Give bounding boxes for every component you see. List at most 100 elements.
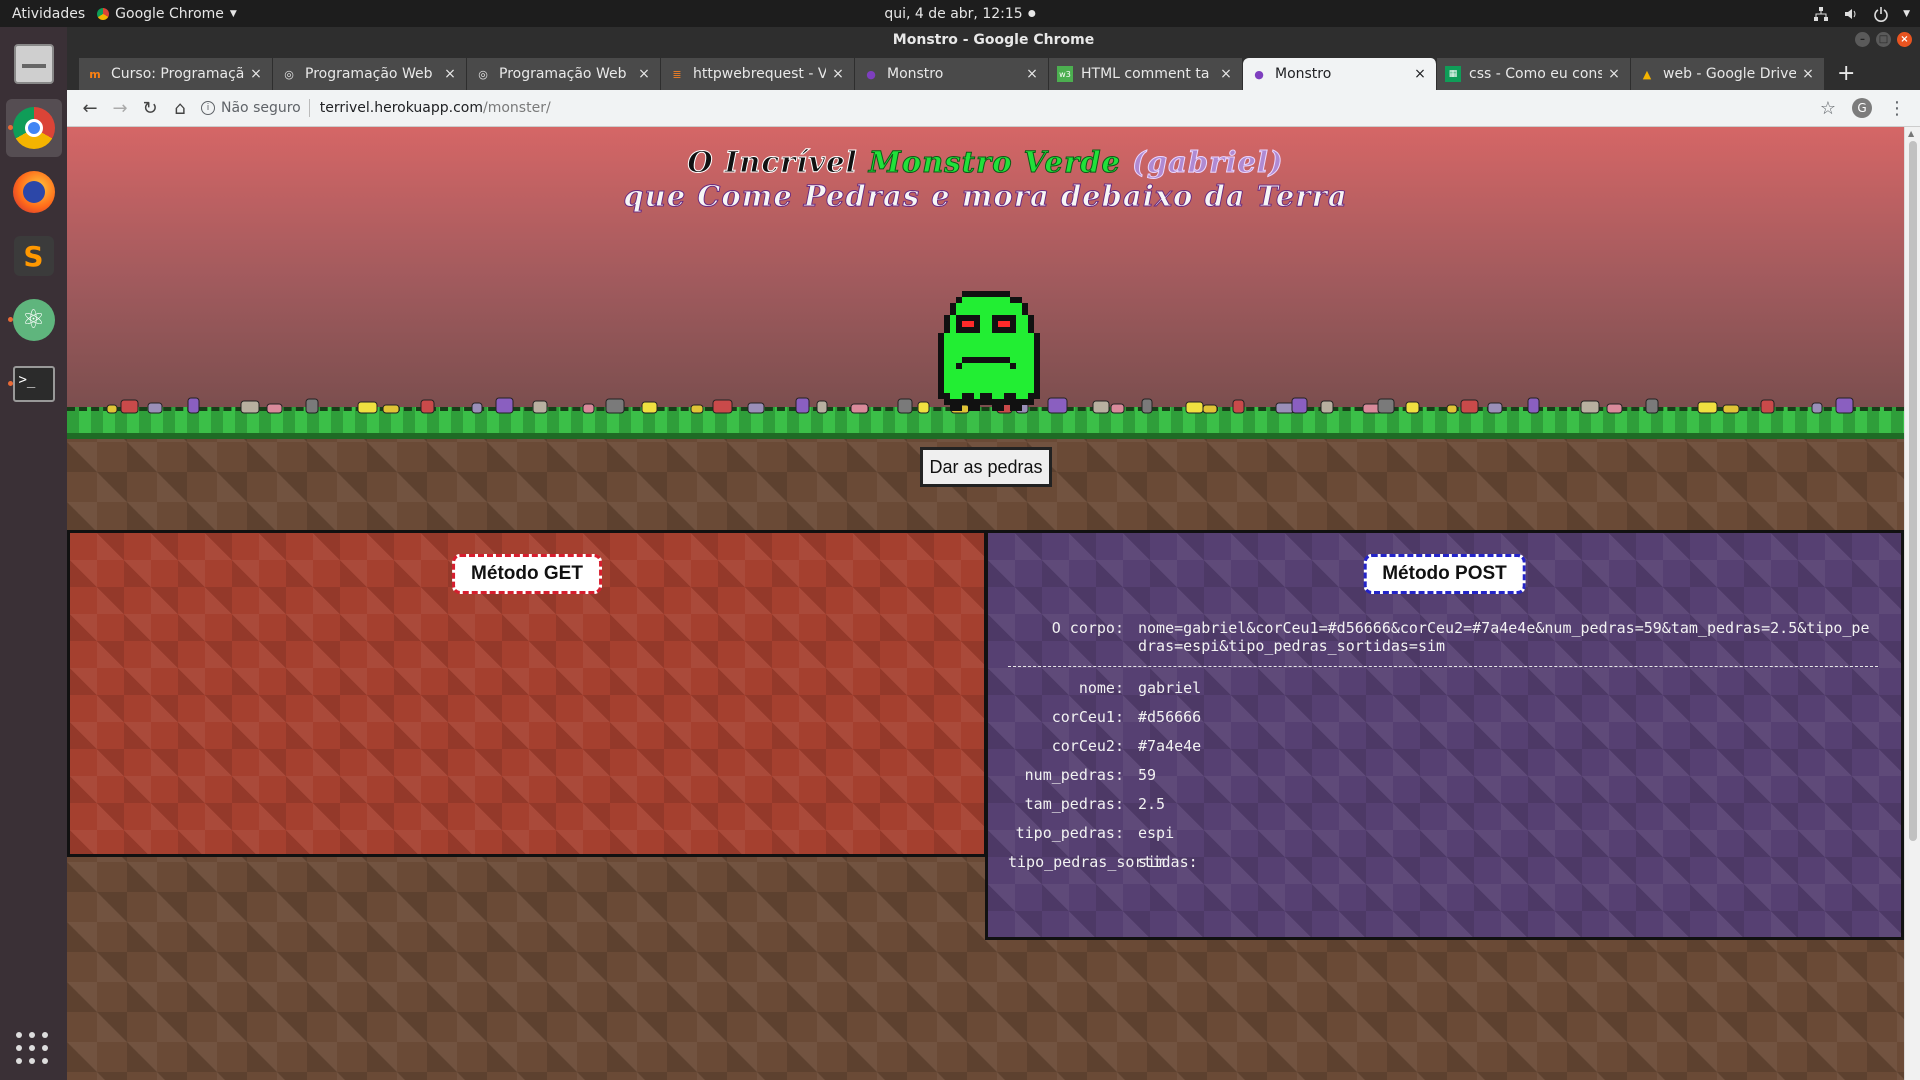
rock bbox=[1460, 399, 1479, 414]
page-scrollbar[interactable]: ▲ bbox=[1904, 127, 1920, 1080]
tab[interactable]: ◎ Programação Web × bbox=[273, 58, 467, 90]
chevron-down-icon: ▼ bbox=[229, 8, 237, 19]
tab-close-icon[interactable]: × bbox=[442, 66, 458, 82]
rock bbox=[1320, 400, 1334, 414]
chevron-down-icon: ▼ bbox=[1903, 8, 1910, 19]
profile-avatar[interactable]: G bbox=[1852, 98, 1872, 118]
address-bar[interactable]: i Não seguro terrivel.herokuapp.com/mons… bbox=[201, 94, 1820, 122]
tab-close-icon[interactable]: × bbox=[636, 66, 652, 82]
reload-icon[interactable]: ↻ bbox=[135, 94, 165, 122]
tab[interactable]: ≣ httpwebrequest - V × bbox=[661, 58, 855, 90]
scroll-up-icon[interactable]: ▲ bbox=[1908, 129, 1914, 138]
globe-icon: ◎ bbox=[284, 67, 294, 81]
sheets-icon: ▦ bbox=[1445, 66, 1461, 82]
file-cabinet-icon bbox=[13, 44, 54, 84]
tab-close-icon[interactable]: × bbox=[1024, 66, 1040, 82]
tab-close-icon[interactable]: × bbox=[1606, 66, 1622, 82]
title-part-name: (gabriel) bbox=[1132, 145, 1284, 180]
dock-terminal[interactable]: >_ bbox=[6, 355, 62, 413]
field-value: #d56666 bbox=[1138, 708, 1202, 726]
back-arrow-icon[interactable]: ← bbox=[75, 94, 105, 122]
field-value: 59 bbox=[1138, 766, 1157, 784]
field-key: tipo_pedras_sortidas: bbox=[1008, 853, 1198, 871]
dock-chrome[interactable] bbox=[5, 99, 62, 157]
rock bbox=[495, 397, 514, 414]
rock bbox=[1405, 401, 1420, 414]
field-key: nome: bbox=[1078, 679, 1124, 697]
rock bbox=[1835, 397, 1854, 414]
tab-close-icon[interactable]: × bbox=[830, 66, 846, 82]
rock bbox=[1092, 400, 1110, 414]
field-row: corCeu2: #7a4e4e bbox=[1008, 737, 1878, 755]
dock-sublime[interactable]: S bbox=[6, 227, 62, 285]
tab-close-icon[interactable]: × bbox=[248, 66, 264, 82]
app-menu[interactable]: Google Chrome ▼ bbox=[97, 6, 237, 22]
field-key: corCeu1: bbox=[1051, 708, 1124, 726]
window-titlebar[interactable]: Monstro - Google Chrome – □ × bbox=[67, 27, 1920, 53]
browser-window: Monstro - Google Chrome – □ × m Curso: Pr… bbox=[67, 27, 1920, 1080]
rock bbox=[266, 403, 283, 414]
rock bbox=[605, 398, 625, 414]
window-controls: – □ × bbox=[1855, 32, 1912, 47]
rock bbox=[382, 404, 400, 414]
rock bbox=[747, 402, 765, 414]
scrollbar-thumb[interactable] bbox=[1909, 141, 1917, 841]
chrome-small-icon bbox=[97, 7, 110, 20]
monster-icon: ● bbox=[1254, 67, 1264, 81]
drive-icon: ▲ bbox=[1642, 67, 1652, 81]
field-row: num_pedras: 59 bbox=[1008, 766, 1878, 784]
grass-shadow bbox=[67, 433, 1904, 439]
maximize-icon[interactable]: □ bbox=[1876, 32, 1891, 47]
chrome-icon bbox=[12, 107, 55, 149]
field-key: num_pedras: bbox=[1024, 766, 1124, 784]
rock bbox=[1487, 402, 1503, 414]
divider bbox=[1008, 666, 1878, 667]
site-info[interactable]: i Não seguro bbox=[201, 100, 301, 116]
tab[interactable]: ▦ css - Como eu cons × bbox=[1437, 58, 1631, 90]
tab-close-icon[interactable]: × bbox=[1412, 66, 1428, 82]
dock-atom[interactable]: ⚛ bbox=[6, 291, 62, 349]
activities-button[interactable]: Atividades bbox=[0, 6, 97, 22]
tab[interactable]: ● Monstro × bbox=[855, 58, 1049, 90]
rock bbox=[1527, 397, 1540, 414]
window-title: Monstro - Google Chrome bbox=[892, 32, 1095, 48]
home-icon[interactable]: ⌂ bbox=[165, 94, 195, 122]
rock bbox=[816, 400, 828, 414]
monster-icon: ● bbox=[866, 67, 876, 81]
tab-close-icon[interactable]: × bbox=[1800, 66, 1816, 82]
show-applications-icon[interactable] bbox=[16, 1032, 50, 1066]
system-tray[interactable]: ▼ bbox=[1813, 6, 1910, 22]
forward-arrow-icon[interactable]: → bbox=[105, 94, 135, 122]
running-indicator bbox=[7, 317, 13, 322]
tab[interactable]: m Curso: Programaçã × bbox=[79, 58, 273, 90]
power-icon bbox=[1874, 6, 1888, 22]
rock bbox=[1110, 403, 1125, 414]
tab[interactable]: w3 HTML comment ta × bbox=[1049, 58, 1243, 90]
tab[interactable]: ◎ Programação Web × bbox=[467, 58, 661, 90]
clock[interactable]: qui, 4 de abr, 12:15 bbox=[884, 6, 1036, 22]
dock-firefox[interactable] bbox=[6, 163, 62, 221]
rock bbox=[1377, 398, 1395, 414]
close-icon[interactable]: × bbox=[1897, 32, 1912, 47]
bookmark-star-icon[interactable]: ☆ bbox=[1820, 98, 1836, 119]
field-row: tam_pedras: 2.5 bbox=[1008, 795, 1878, 813]
url-host: terrivel.herokuapp.com bbox=[319, 100, 483, 116]
rock bbox=[1760, 399, 1775, 414]
dock-files[interactable] bbox=[6, 35, 62, 93]
minimize-icon[interactable]: – bbox=[1855, 32, 1870, 47]
new-tab-button[interactable]: + bbox=[1825, 61, 1867, 90]
rock bbox=[1275, 402, 1295, 414]
volume-icon bbox=[1845, 8, 1856, 19]
rock bbox=[897, 398, 913, 414]
tab[interactable]: ▲ web - Google Drive × bbox=[1631, 58, 1825, 90]
rock bbox=[120, 399, 139, 414]
field-value: sim bbox=[1138, 853, 1166, 871]
menu-kebab-icon[interactable]: ⋮ bbox=[1888, 98, 1906, 119]
tab-active[interactable]: ● Monstro × bbox=[1243, 58, 1437, 90]
terminal-icon: >_ bbox=[12, 366, 55, 402]
rock bbox=[471, 402, 483, 414]
tab-close-icon[interactable]: × bbox=[1218, 66, 1234, 82]
field-row: tipo_pedras_sortidas: sim bbox=[1008, 853, 1878, 871]
give-stones-button[interactable]: Dar as pedras bbox=[920, 447, 1052, 487]
app-menu-label: Google Chrome bbox=[115, 5, 224, 22]
